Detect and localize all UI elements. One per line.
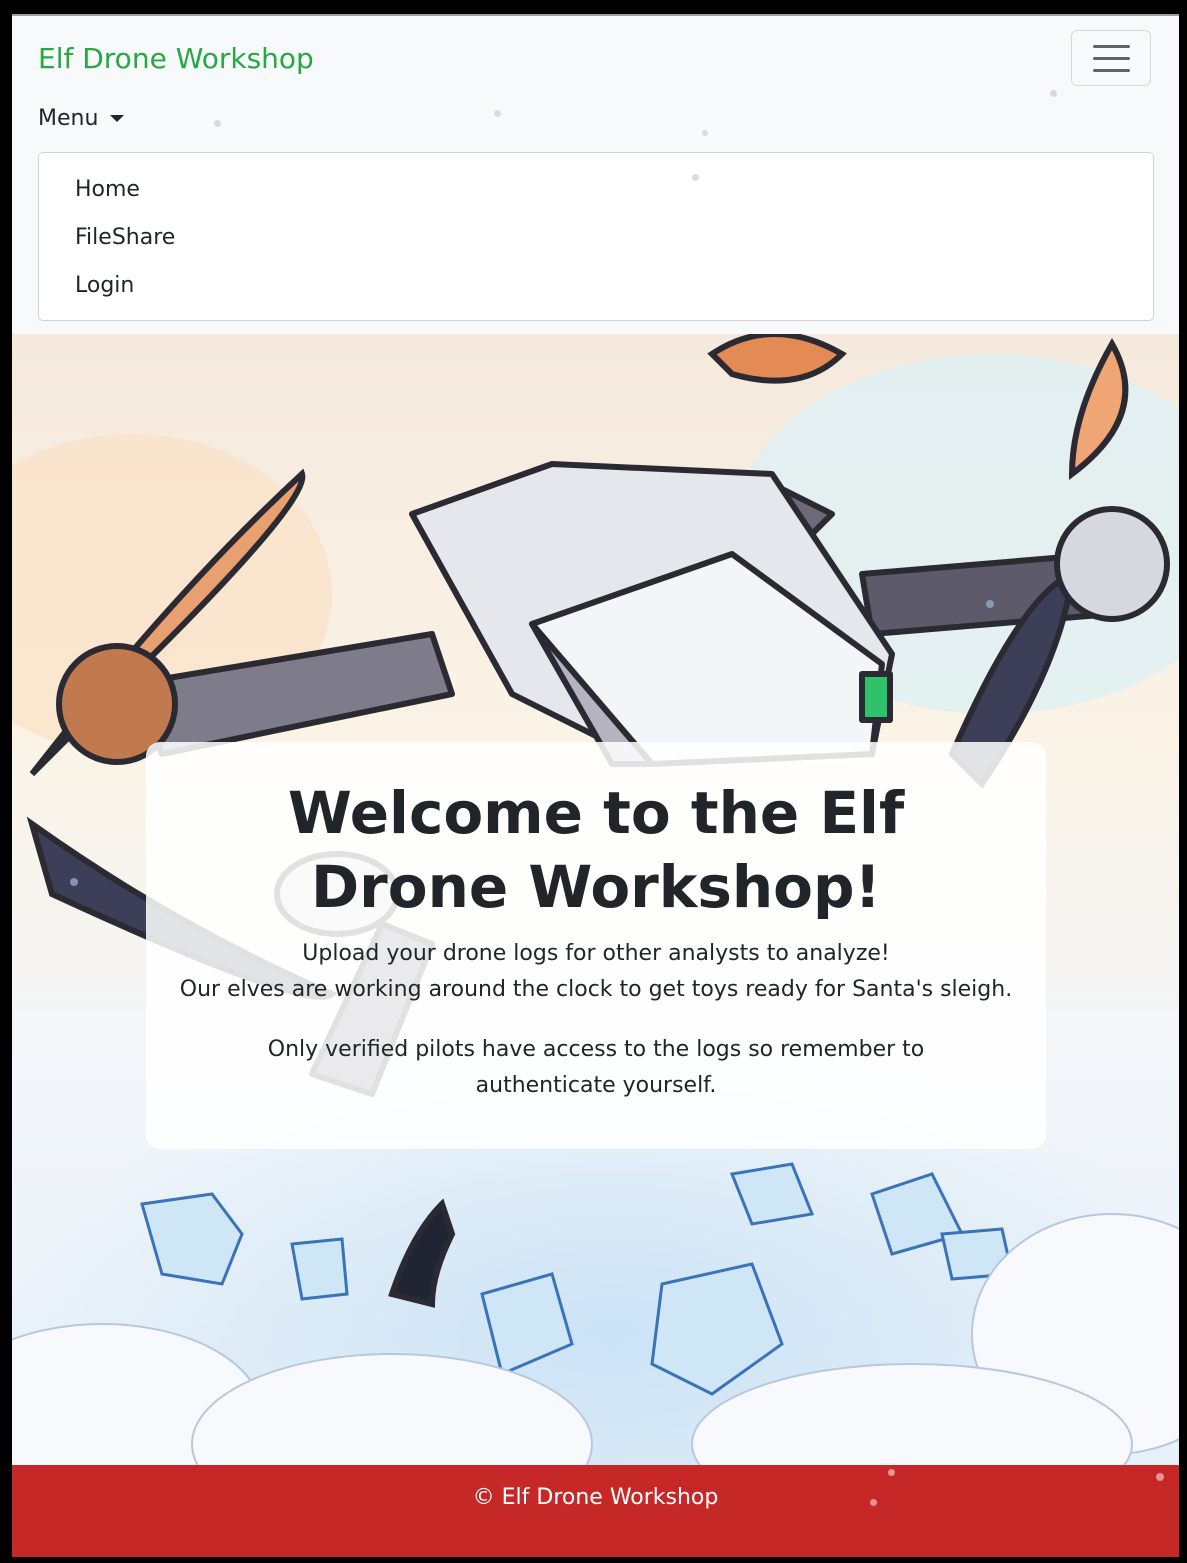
footer: © Elf Drone Workshop xyxy=(12,1465,1179,1557)
welcome-card: Welcome to the Elf Drone Workshop! Uploa… xyxy=(146,742,1046,1149)
browser-viewport: Elf Drone Workshop Menu Home FileShare L… xyxy=(12,14,1179,1557)
hero-section: Welcome to the Elf Drone Workshop! Uploa… xyxy=(12,334,1179,1465)
brand-link[interactable]: Elf Drone Workshop xyxy=(38,42,314,75)
navbar: Elf Drone Workshop Menu Home FileShare L… xyxy=(12,16,1179,334)
caret-down-icon xyxy=(110,115,125,122)
navbar-toggler-button[interactable] xyxy=(1071,30,1151,86)
menu-item-fileshare[interactable]: FileShare xyxy=(75,225,175,250)
menu-dropdown: Home FileShare Login xyxy=(38,152,1154,321)
elves-text: Our elves are working around the clock t… xyxy=(179,977,1013,1002)
copyright-text: © Elf Drone Workshop xyxy=(472,1485,719,1510)
menu-label: Menu xyxy=(38,106,99,131)
auth-notice-text: Only verified pilots have access to the … xyxy=(267,1037,925,1098)
menu-item-login[interactable]: Login xyxy=(75,273,134,298)
page-title: Welcome to the Elf Drone Workshop! xyxy=(287,779,905,921)
menu-item-home[interactable]: Home xyxy=(75,177,140,202)
upload-intro-text: Upload your drone logs for other analyst… xyxy=(302,941,890,966)
menu-dropdown-toggle[interactable]: Menu xyxy=(38,106,125,131)
